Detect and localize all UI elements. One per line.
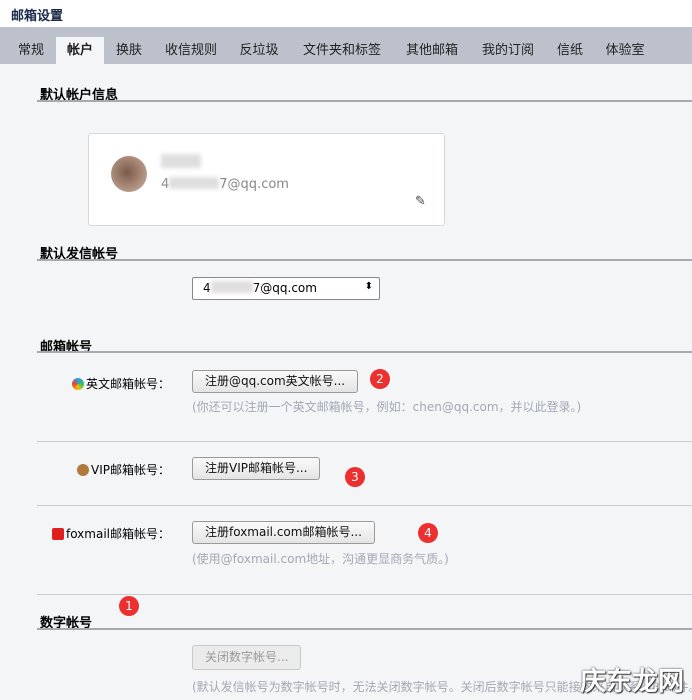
tab-skin[interactable]: 换肤 [106,37,152,64]
tab-general[interactable]: 常规 [8,37,54,64]
vip-account-label: VIP邮箱帐号： [0,461,170,478]
account-card: 4 7@qq.com ✎ [88,133,445,226]
blurred-name [161,154,201,168]
tab-subscriptions[interactable]: 我的订阅 [472,37,544,64]
divider [37,505,692,506]
tab-rules[interactable]: 收信规则 [154,37,228,64]
edit-pencil-icon[interactable]: ✎ [415,194,426,209]
tab-stationery[interactable]: 信纸 [548,37,592,64]
english-account-label: 英文邮箱帐号： [0,375,170,392]
select-arrow-icon: ⬍ [364,281,373,292]
tab-lab[interactable]: 体验室 [596,37,654,64]
badge-1: 1 [119,596,139,616]
divider [37,594,692,595]
foxmail-icon [51,528,64,540]
divider [37,100,692,102]
tab-spam[interactable]: 反垃圾 [230,37,288,64]
tab-folders[interactable]: 文件夹和标签 [292,37,392,64]
vip-at-icon [77,464,89,476]
badge-4: 4 [418,523,438,543]
badge-2: 2 [370,369,390,389]
divider [37,441,692,442]
foxmail-account-label: foxmail邮箱帐号： [0,525,170,542]
register-foxmail-account-button[interactable]: 注册foxmail.com邮箱帐号... [192,521,375,544]
qq-mail-icon [71,378,84,390]
tab-bar: 常规 帐户 换肤 收信规则 反垃圾 文件夹和标签 其他邮箱 我的订阅 信纸 体验… [0,27,692,64]
tab-account[interactable]: 帐户 [56,37,104,64]
page-title: 邮箱设置 [0,0,692,27]
divider [37,628,692,630]
register-vip-account-button[interactable]: 注册VIP邮箱帐号... [192,457,321,480]
account-email: 4 7@qq.com [161,177,289,192]
watermark: 庆东龙网 [579,667,684,697]
divider [37,259,692,261]
badge-3: 3 [345,467,365,487]
avatar [111,156,147,192]
default-sender-select[interactable]: 4 7@qq.com ⬍ [192,277,380,300]
divider [37,351,692,353]
close-digital-account-button[interactable]: 关闭数字帐号... [192,645,302,670]
register-english-account-button[interactable]: 注册@qq.com英文帐号... [192,370,359,393]
foxmail-hint: (使用@foxmail.com地址，沟通更显商务气质。) [192,552,449,566]
tab-other-mail[interactable]: 其他邮箱 [396,37,468,64]
english-account-hint: (你还可以注册一个英文邮箱帐号，例如：chen@qq.com，并以此登录。) [192,400,582,414]
